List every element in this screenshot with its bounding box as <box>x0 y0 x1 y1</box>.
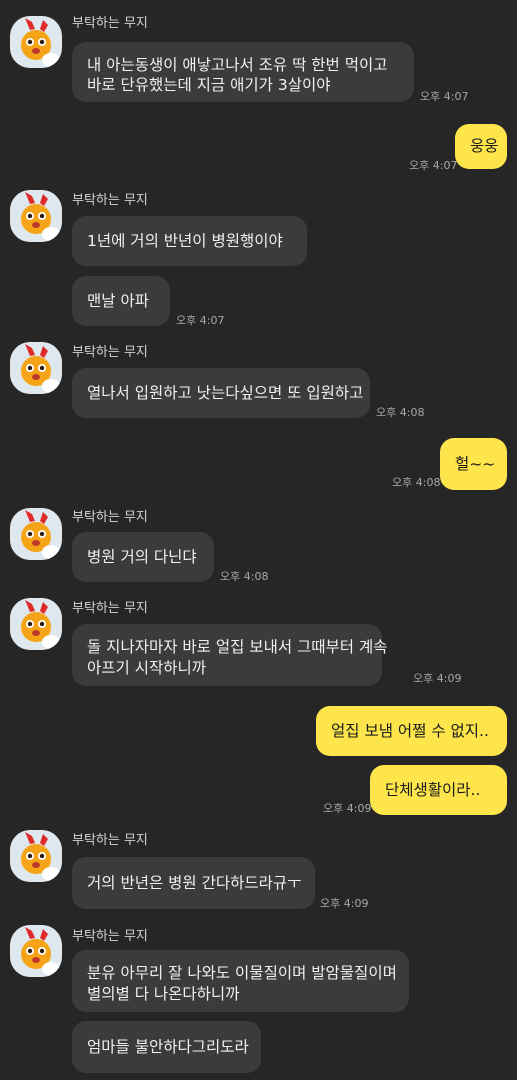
message-text: 병원 거의 다닌댜 <box>87 548 197 566</box>
sender-name: 부탁하는 무지 <box>72 833 148 848</box>
message-timestamp: 오후 4:09 <box>320 897 369 910</box>
muzi-rabbit-icon <box>21 18 60 67</box>
message-line: 별의별 다 나온다하니까 <box>87 985 240 1003</box>
message-timestamp: 오후 4:07 <box>176 314 225 327</box>
message-text: 웅웅 <box>470 137 499 155</box>
sender-avatar[interactable] <box>10 925 62 977</box>
sender-avatar[interactable] <box>10 190 62 242</box>
sender-avatar[interactable] <box>10 830 62 882</box>
message-timestamp: 오후 4:08 <box>220 570 269 583</box>
sender-avatar[interactable] <box>10 508 62 560</box>
sender-avatar[interactable] <box>10 16 62 68</box>
outgoing-message-bubble[interactable]: 헐~~ <box>440 438 507 490</box>
outgoing-message-bubble[interactable]: 단체생활이라.. <box>370 765 507 815</box>
sender-name: 부탁하는 무지 <box>72 16 148 31</box>
sender-name: 부탁하는 무지 <box>72 510 148 525</box>
message-line: 아프기 시작하니까 <box>87 659 207 677</box>
incoming-message-bubble[interactable]: 돌 지나자마자 바로 얼집 보내서 그때부터 계속 아프기 시작하니까 <box>72 624 388 686</box>
message-text: 1년에 거의 반년이 병원행이야 <box>87 232 283 250</box>
muzi-rabbit-icon <box>21 510 60 559</box>
incoming-message-bubble[interactable]: 병원 거의 다닌댜 <box>72 532 214 582</box>
message-text: 엄마들 불안하다그리도라 <box>87 1038 249 1056</box>
chat-room: 부탁하는 무지 내 아는동생이 애낳고나서 조유 딱 한번 먹이고 바로 단유했… <box>0 0 517 1080</box>
sender-avatar[interactable] <box>10 342 62 394</box>
muzi-rabbit-icon <box>21 192 60 241</box>
outgoing-message-bubble[interactable]: 웅웅 <box>455 124 507 169</box>
message-timestamp: 오후 4:09 <box>323 802 372 815</box>
incoming-message-bubble[interactable]: 엄마들 불안하다그리도라 <box>72 1021 261 1073</box>
message-text: 열나서 입원하고 낫는다싶으면 또 입원하고 <box>87 384 364 402</box>
message-text: 거의 반년은 병원 간다하드라규ㅜ <box>87 874 302 892</box>
message-text: 단체생활이라.. <box>385 781 481 799</box>
message-text: 얼집 보냄 어쩔 수 없지.. <box>331 722 489 740</box>
outgoing-message-bubble[interactable]: 얼집 보냄 어쩔 수 없지.. <box>316 706 507 756</box>
sender-name: 부탁하는 무지 <box>72 601 148 616</box>
message-text: 맨날 아파 <box>87 292 149 310</box>
message-timestamp: 오후 4:07 <box>420 90 469 103</box>
message-timestamp: 오후 4:08 <box>376 406 425 419</box>
message-timestamp: 오후 4:09 <box>413 672 462 685</box>
sender-name: 부탁하는 무지 <box>72 193 148 208</box>
muzi-rabbit-icon <box>21 344 60 393</box>
sender-name: 부탁하는 무지 <box>72 929 148 944</box>
message-text: 헐~~ <box>455 455 496 473</box>
message-timestamp: 오후 4:08 <box>392 476 441 489</box>
sender-name: 부탁하는 무지 <box>72 345 148 360</box>
sender-avatar[interactable] <box>10 598 62 650</box>
incoming-message-bubble[interactable]: 내 아는동생이 애낳고나서 조유 딱 한번 먹이고 바로 단유했는데 지금 애기… <box>72 42 414 102</box>
muzi-rabbit-icon <box>21 600 60 649</box>
message-timestamp: 오후 4:07 <box>409 159 458 172</box>
muzi-rabbit-icon <box>21 832 60 881</box>
incoming-message-bubble[interactable]: 맨날 아파 <box>72 276 170 326</box>
muzi-rabbit-icon <box>21 927 60 976</box>
incoming-message-bubble[interactable]: 거의 반년은 병원 간다하드라규ㅜ <box>72 857 315 909</box>
incoming-message-bubble[interactable]: 열나서 입원하고 낫는다싶으면 또 입원하고 <box>72 368 370 418</box>
incoming-message-bubble[interactable]: 분유 아무리 잘 나와도 이물질이며 발암물질이며 별의별 다 나온다하니까 <box>72 950 409 1012</box>
incoming-message-bubble[interactable]: 1년에 거의 반년이 병원행이야 <box>72 216 307 266</box>
